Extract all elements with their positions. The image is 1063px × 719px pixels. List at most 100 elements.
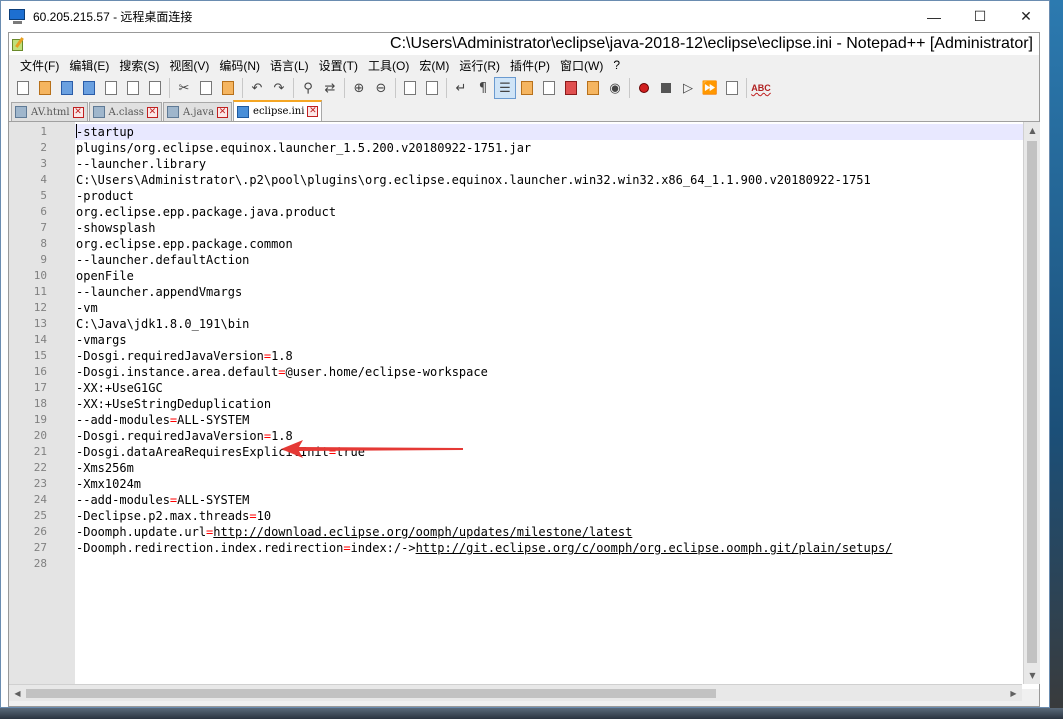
line-number: 24 xyxy=(33,493,47,506)
record-macro-icon[interactable] xyxy=(633,77,655,99)
show-all-chars-icon[interactable]: ¶ xyxy=(472,77,494,99)
code-text: -startup xyxy=(76,124,134,139)
find-icon[interactable]: ⚲ xyxy=(297,77,319,99)
menu-macro[interactable]: 宏(M) xyxy=(414,57,454,74)
code-line[interactable]: -Dosgi.dataAreaRequiresExplicitInit=true xyxy=(75,444,1039,460)
code-line[interactable]: -XX:+UseStringDeduplication xyxy=(75,396,1039,412)
tab-close-icon[interactable]: ✕ xyxy=(307,106,319,117)
close-icon[interactable] xyxy=(100,77,122,99)
tab-av-html[interactable]: AV.html ✕ xyxy=(11,102,88,121)
menu-view[interactable]: 视图(V) xyxy=(164,57,214,74)
run-macro-multiple-icon[interactable]: ⏩ xyxy=(699,77,721,99)
code-line[interactable]: -Dosgi.requiredJavaVersion=1.8 xyxy=(75,348,1039,364)
paste-icon[interactable] xyxy=(217,77,239,99)
code-line[interactable]: --launcher.appendVmargs xyxy=(75,284,1039,300)
horizontal-scrollbar[interactable]: ◀ ▶ xyxy=(9,684,1022,701)
code-line[interactable]: --launcher.defaultAction xyxy=(75,252,1039,268)
menu-edit[interactable]: 编辑(E) xyxy=(64,57,114,74)
menu-run[interactable]: 运行(R) xyxy=(454,57,505,74)
code-line[interactable] xyxy=(75,556,1039,572)
sync-vertical-icon[interactable] xyxy=(399,77,421,99)
code-line[interactable]: plugins/org.eclipse.equinox.launcher_1.5… xyxy=(75,140,1039,156)
code-line[interactable]: -Xms256m xyxy=(75,460,1039,476)
stop-macro-icon[interactable] xyxy=(655,77,677,99)
scrollbar-thumb[interactable] xyxy=(1027,141,1037,663)
menu-tools[interactable]: 工具(O) xyxy=(363,57,414,74)
menu-settings[interactable]: 设置(T) xyxy=(314,57,363,74)
scroll-down-icon[interactable]: ▼ xyxy=(1024,667,1041,684)
close-all-icon[interactable] xyxy=(122,77,144,99)
menu-file[interactable]: 文件(F) xyxy=(15,57,64,74)
code-line[interactable]: C:\Java\jdk1.8.0_191\bin xyxy=(75,316,1039,332)
save-all-icon[interactable] xyxy=(78,77,100,99)
code-line[interactable]: --launcher.library xyxy=(75,156,1039,172)
close-button[interactable]: ✕ xyxy=(1003,1,1049,32)
save-icon[interactable] xyxy=(56,77,78,99)
spellcheck-icon[interactable]: ABC xyxy=(750,77,772,99)
minimize-button[interactable]: — xyxy=(911,1,957,32)
monitoring-icon[interactable]: ◉ xyxy=(604,77,626,99)
code-line[interactable]: C:\Users\Administrator\.p2\pool\plugins\… xyxy=(75,172,1039,188)
code-line[interactable]: -XX:+UseG1GC xyxy=(75,380,1039,396)
scroll-right-icon[interactable]: ▶ xyxy=(1005,685,1022,702)
undo-icon[interactable]: ↶ xyxy=(246,77,268,99)
zoom-in-icon[interactable]: ⊕ xyxy=(348,77,370,99)
scroll-up-icon[interactable]: ▲ xyxy=(1024,122,1041,139)
code-line[interactable]: openFile xyxy=(75,268,1039,284)
vertical-scrollbar[interactable]: ▲ ▼ xyxy=(1023,122,1040,684)
copy-icon[interactable] xyxy=(195,77,217,99)
code-line[interactable]: --add-modules=ALL-SYSTEM xyxy=(75,412,1039,428)
print-icon[interactable] xyxy=(144,77,166,99)
code-line[interactable]: -showsplash xyxy=(75,220,1039,236)
code-line[interactable]: -Dosgi.instance.area.default=@user.home/… xyxy=(75,364,1039,380)
folder-workspace-icon[interactable] xyxy=(582,77,604,99)
scroll-left-icon[interactable]: ◀ xyxy=(9,685,26,702)
code-line[interactable]: -product xyxy=(75,188,1039,204)
text-area[interactable]: -startup plugins/org.eclipse.equinox.laun… xyxy=(75,122,1039,684)
code-line[interactable]: -Xmx1024m xyxy=(75,476,1039,492)
doc-map-icon[interactable] xyxy=(538,77,560,99)
editor-pane[interactable]: 1 2 3 4 5 6 7 8 9 10 11 12 13 14 15 16 17 18 19 20 21 22 23 24 2… xyxy=(9,122,1040,701)
code-line[interactable]: -Declipse.p2.max.threads=10 xyxy=(75,508,1039,524)
tab-close-icon[interactable]: ✕ xyxy=(72,106,84,118)
tab-close-icon[interactable]: ✕ xyxy=(146,106,158,118)
rdp-titlebar[interactable]: 60.205.215.57 - 远程桌面连接 — ☐ ✕ xyxy=(1,1,1049,32)
code-text: -Xmx1024m xyxy=(76,477,142,491)
udl-icon[interactable] xyxy=(516,77,538,99)
menu-language[interactable]: 语言(L) xyxy=(265,57,314,74)
current-line[interactable]: -startup xyxy=(75,124,1039,140)
replace-icon[interactable]: ⇄ xyxy=(319,77,341,99)
save-macro-icon[interactable] xyxy=(721,77,743,99)
tab-a-java[interactable]: A.java ✕ xyxy=(162,102,233,121)
indent-guide-icon[interactable]: ☰ xyxy=(494,77,516,99)
npp-titlebar[interactable]: C:\Users\Administrator\eclipse\java-2018… xyxy=(9,33,1039,55)
function-list-icon[interactable] xyxy=(560,77,582,99)
play-macro-icon[interactable]: ▷ xyxy=(677,77,699,99)
sync-horizontal-icon[interactable] xyxy=(421,77,443,99)
open-file-icon[interactable] xyxy=(34,77,56,99)
code-line[interactable]: -Doomph.update.url=http://download.eclip… xyxy=(75,524,1039,540)
code-line[interactable]: org.eclipse.epp.package.common xyxy=(75,236,1039,252)
new-file-icon[interactable] xyxy=(12,77,34,99)
menu-encoding[interactable]: 编码(N) xyxy=(214,57,265,74)
code-line[interactable]: --add-modules=ALL-SYSTEM xyxy=(75,492,1039,508)
menu-window[interactable]: 窗口(W) xyxy=(555,57,608,74)
code-line[interactable]: org.eclipse.epp.package.java.product xyxy=(75,204,1039,220)
tab-close-icon[interactable]: ✕ xyxy=(217,106,229,118)
code-line[interactable]: -vm xyxy=(75,300,1039,316)
menu-help[interactable]: ? xyxy=(608,58,625,72)
tab-eclipse-ini[interactable]: eclipse.ini ✕ xyxy=(233,100,323,121)
menu-plugins[interactable]: 插件(P) xyxy=(505,57,555,74)
word-wrap-icon[interactable]: ↵ xyxy=(450,77,472,99)
cut-icon[interactable]: ✂ xyxy=(173,77,195,99)
code-line[interactable]: -Dosgi.requiredJavaVersion=1.8 xyxy=(75,428,1039,444)
maximize-button[interactable]: ☐ xyxy=(957,1,1003,32)
zoom-out-icon[interactable]: ⊖ xyxy=(370,77,392,99)
scrollbar-thumb[interactable] xyxy=(26,689,716,698)
menu-search[interactable]: 搜索(S) xyxy=(114,57,164,74)
redo-icon[interactable]: ↷ xyxy=(268,77,290,99)
tab-a-class[interactable]: A.class ✕ xyxy=(88,102,162,121)
toolbar-separator xyxy=(293,78,294,98)
code-line[interactable]: -vmargs xyxy=(75,332,1039,348)
code-line[interactable]: -Doomph.redirection.index.redirection=in… xyxy=(75,540,1039,556)
